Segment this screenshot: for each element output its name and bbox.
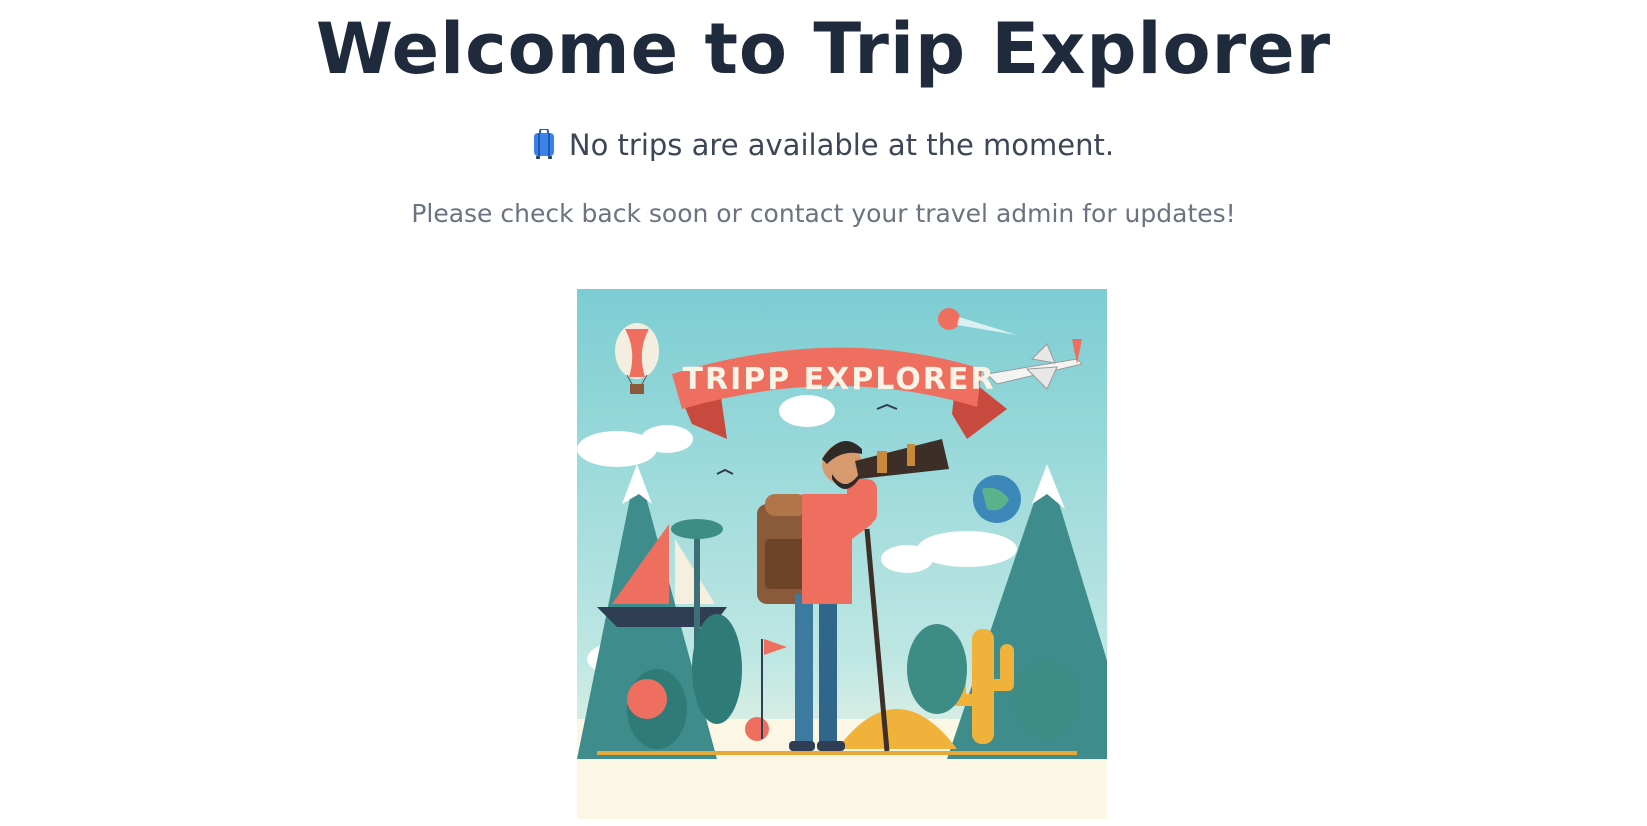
trip-explorer-illustration: TRIPP EXPLORER [577,289,1107,819]
empty-state-submessage: Please check back soon or contact your t… [411,199,1236,228]
empty-state-text: No trips are available at the moment. [568,128,1115,162]
trip-explorer-page: Welcome to Trip Explorer No trips are av… [0,0,1647,826]
sun [938,308,960,330]
banner-text: TRIPP EXPLORER [683,362,996,397]
suitcase-icon [533,128,555,167]
page-title: Welcome to Trip Explorer [315,8,1332,90]
empty-state-message: No trips are available at the moment. [0,128,1647,167]
